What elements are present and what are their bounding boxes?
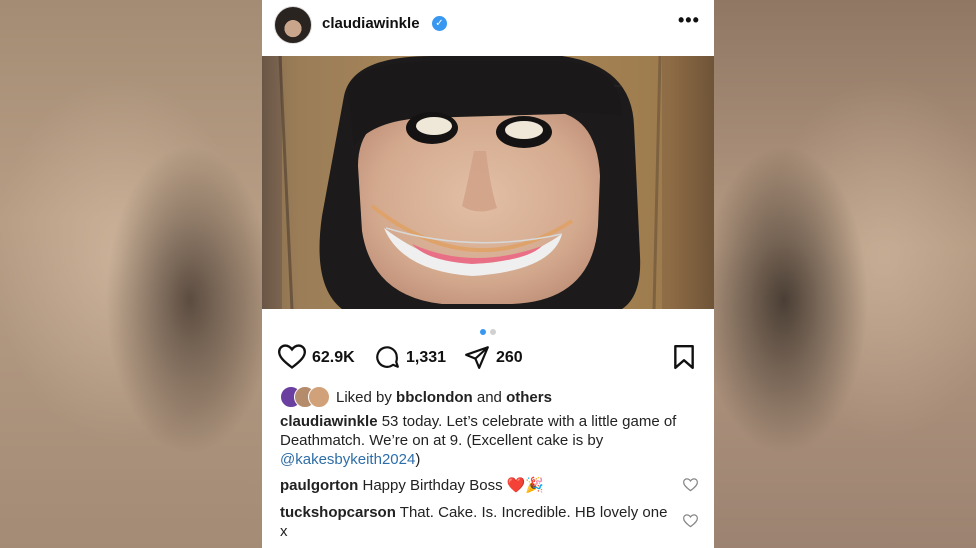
caption-username[interactable]: claudiawinkle	[280, 413, 378, 430]
liked-by-user[interactable]: bbclondon	[396, 389, 473, 406]
comment-username[interactable]: paulgorton	[280, 477, 358, 494]
liked-by-joiner: and	[476, 389, 502, 406]
post-caption: claudiawinkle 53 today. Let’s celebrate …	[280, 412, 700, 469]
verified-badge-icon: ✓	[432, 16, 447, 31]
carousel-dot-active[interactable]	[480, 329, 486, 335]
post-username[interactable]: claudiawinkle	[322, 15, 420, 32]
liked-by-prefix: Liked by	[336, 389, 392, 406]
comment-text: Happy Birthday Boss ❤️🎉	[362, 477, 545, 494]
shares-count[interactable]: 260	[496, 349, 523, 367]
likes-count[interactable]: 62.9K	[312, 349, 355, 367]
post-photo[interactable]	[262, 56, 714, 309]
comment-like-heart-icon[interactable]	[682, 514, 699, 533]
background-left	[0, 0, 262, 548]
carousel-indicator	[262, 322, 714, 335]
liked-by-others[interactable]: others	[506, 389, 552, 406]
bookmark-icon[interactable]	[672, 344, 696, 375]
post-header: claudiawinkle ✓ •••	[262, 0, 714, 56]
comment-item: paulgorton Happy Birthday Boss ❤️🎉	[280, 476, 672, 495]
more-icon[interactable]: •••	[678, 10, 700, 31]
caption-suffix: )	[415, 451, 421, 468]
heart-icon[interactable]	[277, 344, 307, 375]
comment-item: tuckshopcarson That. Cake. Is. Incredibl…	[280, 503, 672, 541]
comments-count[interactable]: 1,331	[406, 349, 446, 367]
comment-like-heart-icon[interactable]	[682, 478, 699, 497]
action-bar: 62.9K 1,331 260	[262, 342, 714, 374]
liker-avatar	[308, 386, 330, 408]
liked-by-text[interactable]: Liked by bbclondon and others	[336, 389, 552, 406]
background-right	[714, 0, 976, 548]
send-icon[interactable]	[464, 344, 490, 375]
comment-icon[interactable]	[374, 344, 400, 375]
caption-mention[interactable]: @kakesbykeith2024	[280, 451, 415, 468]
instagram-post: claudiawinkle ✓ ••• 62.9K 1,331 260 Like…	[262, 0, 714, 548]
avatar[interactable]	[274, 6, 312, 44]
carousel-dot[interactable]	[490, 329, 496, 335]
comment-username[interactable]: tuckshopcarson	[280, 504, 396, 521]
